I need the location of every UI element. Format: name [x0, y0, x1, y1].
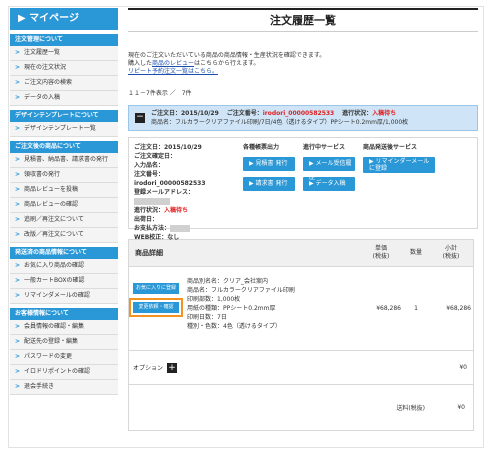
redacted-email [134, 198, 170, 205]
chevron-right-icon: > [15, 368, 21, 375]
table-header: 商品詳細 単価 (税抜) 数量 小計 (税抜) [129, 240, 473, 266]
chevron-right-icon: > [15, 338, 21, 345]
sidebar-item[interactable]: > パスワードの変更 [10, 350, 118, 365]
chevron-right-icon: > [15, 156, 21, 163]
sidebar-section-shipped: 発送済の商品情報について [10, 247, 118, 259]
invoice-issue-button[interactable]: ▶ 請求書 発行 [243, 177, 295, 191]
chevron-right-icon: > [15, 49, 21, 56]
redacted-payment [170, 225, 191, 232]
chevron-right-icon: > [15, 94, 21, 101]
sidebar-item[interactable]: > 領収書の発行 [10, 168, 118, 183]
data-upload-button[interactable]: ▶ データ入稿 [303, 177, 355, 191]
table-row: お気に入りに登録 変更依頼・確認 商品別名名：クリア_会社案内 商品名：フルカラ… [129, 266, 473, 350]
change-request-button[interactable]: 変更依頼・確認 [129, 298, 183, 317]
mypage-header[interactable]: ▶ マイページ [10, 8, 118, 30]
sidebar-item[interactable]: > 退会手続き [10, 380, 118, 395]
main-content: 注文履歴一覧 現在のご注文いただいている商品の商品情報・生産状況を確認できます。… [128, 8, 478, 431]
sidebar-section-design: デザインテンプレートについて [10, 110, 118, 122]
collapse-icon[interactable]: − [135, 113, 145, 123]
page-title: 注文履歴一覧 [128, 8, 478, 32]
sidebar-item[interactable]: > 改版／再注文について [10, 228, 118, 243]
sidebar-item[interactable]: > リマインダメールの確認 [10, 289, 118, 304]
sidebar-item[interactable]: > 配送先の登録・編集 [10, 335, 118, 350]
mail-history-button[interactable]: ▶ メール受信履歴 [303, 157, 355, 181]
shipping-row: 送料(税抜) ¥0 [129, 384, 473, 430]
in-progress-column: 進行中サービス ▶ メール受信履歴 ▶ データ入稿 [299, 138, 359, 228]
sidebar-item[interactable]: > お気に入り商品の確認 [10, 259, 118, 274]
product-table: 商品詳細 単価 (税抜) 数量 小計 (税抜) お気に入りに登録 変更依頼・確認… [128, 239, 474, 431]
sidebar-item[interactable]: > ご注文内容の検索 [10, 76, 118, 91]
quantity: 1 [414, 305, 418, 312]
chevron-right-icon: > [15, 323, 21, 330]
quote-issue-button[interactable]: ▶ 見積書 発行 [243, 157, 295, 171]
unit-price: ¥68,286 [376, 305, 401, 312]
repeat-order-link[interactable]: リピート予約注文一覧はこちら。 [128, 68, 218, 75]
sidebar-section-customer: お客様情報について [10, 308, 118, 320]
chevron-right-icon: > [15, 231, 21, 238]
add-favorite-button[interactable]: お気に入りに登録 [133, 283, 179, 294]
review-link[interactable]: 商品のレビュー [152, 60, 194, 67]
reminder-register-button[interactable]: ▶ リマインダーメールに登録 [363, 157, 435, 173]
chevron-right-icon: > [15, 216, 21, 223]
sidebar-section-order: 注文管理について [10, 34, 118, 46]
chevron-right-icon: > [15, 201, 21, 208]
sidebar-item[interactable]: > 見積書、納品書、請求書の発行 [10, 153, 118, 168]
order-summary-bar[interactable]: − ご注文日：2015/10/29 ご注文番号：irodori_00000582… [128, 105, 478, 131]
documents-column: 各種帳票出力 ▶ 見積書 発行 ▶ 請求書 発行 [239, 138, 299, 228]
sidebar-item[interactable]: > イロドリポイントの確認 [10, 365, 118, 380]
sidebar-item[interactable]: > 一般カートBOXの確認 [10, 274, 118, 289]
sidebar-item[interactable]: > 追刷／再注文について [10, 213, 118, 228]
chevron-right-icon: > [15, 79, 21, 86]
chevron-right-icon: > [15, 64, 21, 71]
intro-text: 現在のご注文いただいている商品の商品情報・生産状況を確認できます。 購入した商品… [128, 52, 326, 75]
sidebar: ▶ マイページ 注文管理について > 注文履歴一覧 > 現在の注文状況 > ご注文内容… [10, 8, 118, 395]
sidebar-item[interactable]: > 注文履歴一覧 [10, 46, 118, 61]
chevron-right-icon: > [15, 186, 21, 193]
result-count: １１－7件表示 ／ 7件 [128, 90, 192, 97]
chevron-right-icon: > [15, 125, 21, 132]
chevron-right-icon: > [15, 171, 21, 178]
chevron-right-icon: > [15, 262, 21, 269]
sidebar-item[interactable]: > デザインテンプレート一覧 [10, 122, 118, 137]
option-row: オプション + ¥0 [129, 350, 473, 384]
order-detail-box: ご注文日：2015/10/29 ご注文確定日： 入力品名： 注文番号：irodo… [128, 137, 478, 241]
chevron-right-icon: ▶ [18, 13, 30, 24]
sidebar-item[interactable]: > 会員情報の確認・編集 [10, 320, 118, 335]
sidebar-item[interactable]: > 現在の注文状況 [10, 61, 118, 76]
add-option-icon[interactable]: + [167, 362, 178, 373]
order-info: ご注文日：2015/10/29 ご注文確定日： 入力品名： 注文番号：irodo… [134, 144, 206, 241]
chevron-right-icon: > [15, 353, 21, 360]
sidebar-item[interactable]: > データの入稿 [10, 91, 118, 106]
sidebar-item[interactable]: > 商品レビューの確認 [10, 198, 118, 213]
sidebar-item[interactable]: > 商品レビューを投稿 [10, 183, 118, 198]
subtotal: ¥68,286 [446, 305, 471, 312]
product-description: 商品別名名：クリア_会社案内 商品名：フルカラークリアファイル印刷 印刷部数：1… [187, 278, 295, 330]
chevron-right-icon: > [15, 383, 21, 390]
chevron-right-icon: > [15, 292, 21, 299]
after-ship-column: 商品発送後サービス ▶ リマインダーメールに登録 [359, 138, 439, 228]
chevron-right-icon: > [15, 277, 21, 284]
sidebar-section-after-order: ご注文後の商品について [10, 141, 118, 153]
